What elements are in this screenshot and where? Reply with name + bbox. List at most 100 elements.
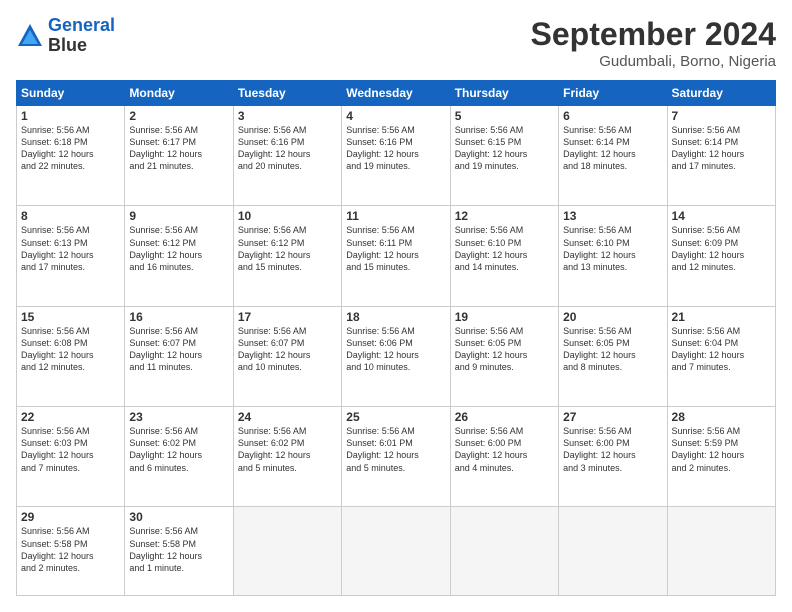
header-saturday: Saturday xyxy=(667,81,775,106)
day-cell: 21Sunrise: 5:56 AM Sunset: 6:04 PM Dayli… xyxy=(667,306,775,406)
day-cell: 17Sunrise: 5:56 AM Sunset: 6:07 PM Dayli… xyxy=(233,306,341,406)
day-info: Sunrise: 5:56 AM Sunset: 6:04 PM Dayligh… xyxy=(672,325,771,374)
day-cell: 28Sunrise: 5:56 AM Sunset: 5:59 PM Dayli… xyxy=(667,407,775,507)
day-number: 28 xyxy=(672,410,771,424)
day-info: Sunrise: 5:56 AM Sunset: 6:00 PM Dayligh… xyxy=(563,425,662,474)
day-cell: 3Sunrise: 5:56 AM Sunset: 6:16 PM Daylig… xyxy=(233,106,341,206)
day-number: 29 xyxy=(21,510,120,524)
day-number: 20 xyxy=(563,310,662,324)
day-number: 22 xyxy=(21,410,120,424)
day-cell: 30Sunrise: 5:56 AM Sunset: 5:58 PM Dayli… xyxy=(125,507,233,596)
weekday-header-row: Sunday Monday Tuesday Wednesday Thursday… xyxy=(17,81,776,106)
day-number: 30 xyxy=(129,510,228,524)
day-info: Sunrise: 5:56 AM Sunset: 6:17 PM Dayligh… xyxy=(129,124,228,173)
day-number: 3 xyxy=(238,109,337,123)
day-number: 4 xyxy=(346,109,445,123)
header-sunday: Sunday xyxy=(17,81,125,106)
day-info: Sunrise: 5:56 AM Sunset: 6:16 PM Dayligh… xyxy=(238,124,337,173)
day-number: 16 xyxy=(129,310,228,324)
calendar-table: Sunday Monday Tuesday Wednesday Thursday… xyxy=(16,80,776,596)
day-cell: 19Sunrise: 5:56 AM Sunset: 6:05 PM Dayli… xyxy=(450,306,558,406)
day-info: Sunrise: 5:56 AM Sunset: 6:09 PM Dayligh… xyxy=(672,224,771,273)
day-info: Sunrise: 5:56 AM Sunset: 6:05 PM Dayligh… xyxy=(455,325,554,374)
day-number: 18 xyxy=(346,310,445,324)
day-number: 2 xyxy=(129,109,228,123)
header-monday: Monday xyxy=(125,81,233,106)
day-info: Sunrise: 5:56 AM Sunset: 6:13 PM Dayligh… xyxy=(21,224,120,273)
header: General Blue September 2024 Gudumbali, B… xyxy=(16,16,776,70)
day-info: Sunrise: 5:56 AM Sunset: 6:03 PM Dayligh… xyxy=(21,425,120,474)
header-thursday: Thursday xyxy=(450,81,558,106)
day-info: Sunrise: 5:56 AM Sunset: 5:58 PM Dayligh… xyxy=(129,525,228,574)
day-info: Sunrise: 5:56 AM Sunset: 6:07 PM Dayligh… xyxy=(238,325,337,374)
day-number: 6 xyxy=(563,109,662,123)
day-number: 19 xyxy=(455,310,554,324)
day-cell: 14Sunrise: 5:56 AM Sunset: 6:09 PM Dayli… xyxy=(667,206,775,306)
day-cell: 7Sunrise: 5:56 AM Sunset: 6:14 PM Daylig… xyxy=(667,106,775,206)
day-cell: 24Sunrise: 5:56 AM Sunset: 6:02 PM Dayli… xyxy=(233,407,341,507)
day-info: Sunrise: 5:56 AM Sunset: 6:00 PM Dayligh… xyxy=(455,425,554,474)
logo-text: General Blue xyxy=(48,16,115,56)
day-cell: 20Sunrise: 5:56 AM Sunset: 6:05 PM Dayli… xyxy=(559,306,667,406)
day-cell: 18Sunrise: 5:56 AM Sunset: 6:06 PM Dayli… xyxy=(342,306,450,406)
day-cell xyxy=(667,507,775,596)
day-number: 17 xyxy=(238,310,337,324)
day-number: 14 xyxy=(672,209,771,223)
day-info: Sunrise: 5:56 AM Sunset: 6:14 PM Dayligh… xyxy=(672,124,771,173)
logo-icon xyxy=(16,22,44,50)
day-info: Sunrise: 5:56 AM Sunset: 6:16 PM Dayligh… xyxy=(346,124,445,173)
day-info: Sunrise: 5:56 AM Sunset: 6:06 PM Dayligh… xyxy=(346,325,445,374)
day-number: 21 xyxy=(672,310,771,324)
day-number: 26 xyxy=(455,410,554,424)
day-number: 25 xyxy=(346,410,445,424)
day-number: 5 xyxy=(455,109,554,123)
day-cell: 9Sunrise: 5:56 AM Sunset: 6:12 PM Daylig… xyxy=(125,206,233,306)
week-row-4: 22Sunrise: 5:56 AM Sunset: 6:03 PM Dayli… xyxy=(17,407,776,507)
week-row-3: 15Sunrise: 5:56 AM Sunset: 6:08 PM Dayli… xyxy=(17,306,776,406)
day-info: Sunrise: 5:56 AM Sunset: 6:14 PM Dayligh… xyxy=(563,124,662,173)
day-number: 12 xyxy=(455,209,554,223)
header-wednesday: Wednesday xyxy=(342,81,450,106)
day-cell xyxy=(559,507,667,596)
day-cell: 26Sunrise: 5:56 AM Sunset: 6:00 PM Dayli… xyxy=(450,407,558,507)
day-number: 8 xyxy=(21,209,120,223)
day-number: 10 xyxy=(238,209,337,223)
day-cell: 10Sunrise: 5:56 AM Sunset: 6:12 PM Dayli… xyxy=(233,206,341,306)
day-cell: 29Sunrise: 5:56 AM Sunset: 5:58 PM Dayli… xyxy=(17,507,125,596)
header-friday: Friday xyxy=(559,81,667,106)
day-info: Sunrise: 5:56 AM Sunset: 5:58 PM Dayligh… xyxy=(21,525,120,574)
day-info: Sunrise: 5:56 AM Sunset: 6:02 PM Dayligh… xyxy=(129,425,228,474)
day-cell: 13Sunrise: 5:56 AM Sunset: 6:10 PM Dayli… xyxy=(559,206,667,306)
day-number: 11 xyxy=(346,209,445,223)
day-cell: 6Sunrise: 5:56 AM Sunset: 6:14 PM Daylig… xyxy=(559,106,667,206)
day-number: 27 xyxy=(563,410,662,424)
day-number: 15 xyxy=(21,310,120,324)
day-info: Sunrise: 5:56 AM Sunset: 6:05 PM Dayligh… xyxy=(563,325,662,374)
day-cell: 4Sunrise: 5:56 AM Sunset: 6:16 PM Daylig… xyxy=(342,106,450,206)
day-cell: 12Sunrise: 5:56 AM Sunset: 6:10 PM Dayli… xyxy=(450,206,558,306)
day-info: Sunrise: 5:56 AM Sunset: 6:15 PM Dayligh… xyxy=(455,124,554,173)
day-cell: 8Sunrise: 5:56 AM Sunset: 6:13 PM Daylig… xyxy=(17,206,125,306)
day-cell: 15Sunrise: 5:56 AM Sunset: 6:08 PM Dayli… xyxy=(17,306,125,406)
day-cell xyxy=(233,507,341,596)
page: General Blue September 2024 Gudumbali, B… xyxy=(0,0,792,612)
day-cell: 16Sunrise: 5:56 AM Sunset: 6:07 PM Dayli… xyxy=(125,306,233,406)
day-info: Sunrise: 5:56 AM Sunset: 6:10 PM Dayligh… xyxy=(563,224,662,273)
day-info: Sunrise: 5:56 AM Sunset: 6:01 PM Dayligh… xyxy=(346,425,445,474)
day-info: Sunrise: 5:56 AM Sunset: 6:08 PM Dayligh… xyxy=(21,325,120,374)
day-number: 1 xyxy=(21,109,120,123)
day-number: 13 xyxy=(563,209,662,223)
day-cell: 27Sunrise: 5:56 AM Sunset: 6:00 PM Dayli… xyxy=(559,407,667,507)
day-cell xyxy=(450,507,558,596)
day-info: Sunrise: 5:56 AM Sunset: 6:12 PM Dayligh… xyxy=(129,224,228,273)
day-info: Sunrise: 5:56 AM Sunset: 6:10 PM Dayligh… xyxy=(455,224,554,273)
day-number: 23 xyxy=(129,410,228,424)
day-cell: 25Sunrise: 5:56 AM Sunset: 6:01 PM Dayli… xyxy=(342,407,450,507)
day-cell: 22Sunrise: 5:56 AM Sunset: 6:03 PM Dayli… xyxy=(17,407,125,507)
day-info: Sunrise: 5:56 AM Sunset: 6:07 PM Dayligh… xyxy=(129,325,228,374)
day-cell xyxy=(342,507,450,596)
day-info: Sunrise: 5:56 AM Sunset: 6:02 PM Dayligh… xyxy=(238,425,337,474)
day-info: Sunrise: 5:56 AM Sunset: 6:11 PM Dayligh… xyxy=(346,224,445,273)
day-number: 7 xyxy=(672,109,771,123)
week-row-1: 1Sunrise: 5:56 AM Sunset: 6:18 PM Daylig… xyxy=(17,106,776,206)
